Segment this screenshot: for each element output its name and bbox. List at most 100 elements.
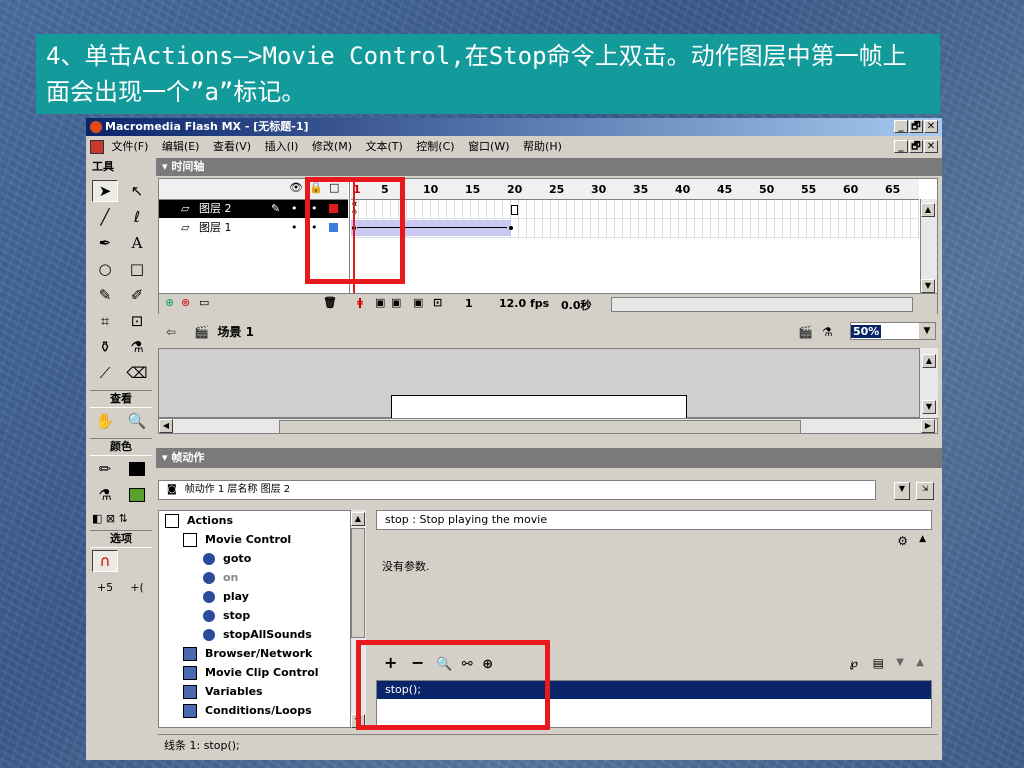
rectangle-tool-icon[interactable]: □ (124, 258, 150, 280)
scroll-down-button[interactable]: ▼ (922, 400, 936, 414)
smooth-option-icon[interactable]: +5 (92, 576, 118, 598)
stage-area[interactable] (158, 348, 920, 420)
pen-tool-icon[interactable]: ✒ (92, 232, 118, 254)
center-frame-icon[interactable]: ǂ (357, 296, 363, 309)
edit-scene-icon[interactable]: 🎬 (798, 318, 813, 346)
move-up-icon[interactable]: ▲ (916, 650, 924, 676)
reference-icon[interactable]: ⚙ (897, 534, 908, 548)
swap-colors-icon[interactable]: ⇅ (119, 512, 128, 525)
scroll-thumb[interactable] (351, 528, 365, 638)
straighten-option-icon[interactable]: +( (124, 576, 150, 598)
timeline-header[interactable]: ▾ 时间轴 (156, 158, 942, 176)
text-tool-icon[interactable]: A (124, 232, 150, 254)
add-folder-icon[interactable]: ▭ (199, 296, 209, 309)
back-arrow-icon[interactable]: ⇦ (166, 325, 176, 339)
lasso-tool-icon[interactable]: ℓ (124, 206, 150, 228)
zoom-tool-icon[interactable]: 🔍 (124, 410, 150, 432)
fill-color-icon[interactable]: ⚗ (92, 484, 118, 506)
zoom-select[interactable]: 50% ▼ (850, 322, 936, 340)
stroke-color-icon[interactable]: ✏ (92, 458, 118, 480)
hand-tool-icon[interactable]: ✋ (92, 410, 118, 432)
stage-document[interactable] (391, 395, 687, 420)
ink-bottle-tool-icon[interactable]: ⚱ (92, 336, 118, 358)
subselect-tool-icon[interactable]: ↖ (124, 180, 150, 202)
chevron-down-icon[interactable]: ▼ (919, 323, 935, 339)
tree-item-conditions-loops[interactable]: Conditions/Loops (183, 701, 312, 720)
stroke-color-swatch[interactable] (124, 458, 150, 480)
menu-insert[interactable]: 插入(I) (265, 140, 299, 153)
close-button[interactable]: ✕ (924, 120, 938, 133)
doc-restore-button[interactable]: 🗗 (909, 140, 923, 153)
scroll-up-button[interactable]: ▲ (921, 203, 935, 217)
onion-outline-icon[interactable]: ▣ (391, 296, 401, 309)
fill-transform-tool-icon[interactable]: ⊡ (124, 310, 150, 332)
menu-modify[interactable]: 修改(M) (312, 140, 352, 153)
stage-horizontal-scrollbar[interactable]: ◀ ▶ (158, 418, 938, 434)
default-colors-icon[interactable]: ◧ (92, 512, 102, 525)
tree-item-on[interactable]: on (203, 568, 238, 587)
tree-item-play[interactable]: play (203, 587, 249, 606)
menu-control[interactable]: 控制(C) (416, 140, 454, 153)
timeline-hscroll[interactable] (611, 297, 913, 312)
move-down-icon[interactable]: ▼ (896, 650, 904, 676)
edit-symbol-icon[interactable]: ⚗ (822, 318, 833, 346)
eraser-tool-icon[interactable]: ⌫ (124, 362, 150, 384)
fill-color-swatch[interactable] (124, 484, 150, 506)
arrow-tool-icon[interactable]: ➤ (92, 180, 118, 202)
tree-item-stop[interactable]: stop (203, 606, 250, 625)
view-options-icon[interactable]: ▤ (873, 650, 884, 676)
options-tool-grid: ∩ +5 +( (86, 550, 156, 602)
chevron-down-icon[interactable]: ▼ (894, 482, 910, 500)
onion-skin-icon[interactable]: ▣ (375, 296, 385, 309)
frame-row-layer2[interactable]: αo (351, 200, 919, 219)
visible-dot-icon[interactable]: • (291, 200, 298, 218)
line-tool-icon[interactable]: ╱ (92, 206, 118, 228)
scroll-down-button[interactable]: ▼ (921, 279, 935, 293)
add-layer-icon[interactable]: ⊕ (165, 296, 174, 309)
tree-item-movie-clip-control[interactable]: Movie Clip Control (183, 663, 319, 682)
menu-file[interactable]: 文件(F) (112, 140, 149, 153)
trash-icon[interactable]: 🗑 (323, 296, 337, 309)
collapse-arrow-icon[interactable]: ▲ (919, 534, 926, 544)
tree-item-variables[interactable]: Variables (183, 682, 263, 701)
scroll-up-button[interactable]: ▲ (351, 512, 365, 526)
doc-close-button[interactable]: ✕ (924, 140, 938, 153)
menu-window[interactable]: 窗口(W) (468, 140, 509, 153)
menu-view[interactable]: 查看(V) (213, 140, 251, 153)
doc-minimize-button[interactable]: _ (894, 140, 908, 153)
pin-script-icon[interactable]: ⇲ (916, 482, 934, 500)
maximize-button[interactable]: 🗗 (909, 120, 923, 133)
brush-tool-icon[interactable]: ✐ (124, 284, 150, 306)
tree-item-stopallsounds[interactable]: stopAllSounds (203, 625, 312, 644)
add-guide-icon[interactable]: ⊗ (181, 296, 190, 309)
onion-markers-icon[interactable]: ⊡ (433, 296, 442, 309)
actions-panel-header[interactable]: ▾ 帧动作 (156, 448, 942, 468)
eyedropper-tool-icon[interactable]: ⟋ (92, 362, 118, 384)
debug-options-icon[interactable]: ℘ (850, 650, 858, 676)
paint-bucket-tool-icon[interactable]: ⚗ (124, 336, 150, 358)
tree-item-actions[interactable]: Actions (165, 511, 233, 530)
scroll-right-button[interactable]: ▶ (921, 419, 935, 433)
frame-row-layer1[interactable] (351, 219, 919, 238)
visible-dot-icon[interactable]: • (291, 219, 298, 237)
eye-icon[interactable]: 👁 (289, 179, 303, 197)
action-target-select[interactable]: ◙ 帧动作 1 层名称 图层 2 (158, 480, 876, 500)
timeline-scrollbar[interactable]: ▲ ▼ (920, 199, 937, 293)
free-transform-tool-icon[interactable]: ⌗ (92, 310, 118, 332)
no-color-icon[interactable]: ⊠ (106, 512, 115, 525)
menu-help[interactable]: 帮助(H) (523, 140, 562, 153)
menu-edit[interactable]: 编辑(E) (162, 140, 200, 153)
tree-item-browser-network[interactable]: Browser/Network (183, 644, 312, 663)
scroll-thumb[interactable] (279, 420, 801, 434)
menu-text[interactable]: 文本(T) (365, 140, 402, 153)
pencil-tool-icon[interactable]: ✎ (92, 284, 118, 306)
scroll-up-button[interactable]: ▲ (922, 354, 936, 368)
minimize-button[interactable]: _ (894, 120, 908, 133)
tree-item-movie-control[interactable]: Movie Control (183, 530, 291, 549)
stage-vertical-scrollbar[interactable]: ▲ ▼ (920, 348, 938, 418)
tree-item-goto[interactable]: goto (203, 549, 251, 568)
edit-multiple-icon[interactable]: ▣ (413, 296, 423, 309)
oval-tool-icon[interactable]: ○ (92, 258, 118, 280)
snap-magnet-icon[interactable]: ∩ (92, 550, 118, 572)
scroll-left-button[interactable]: ◀ (159, 419, 173, 433)
